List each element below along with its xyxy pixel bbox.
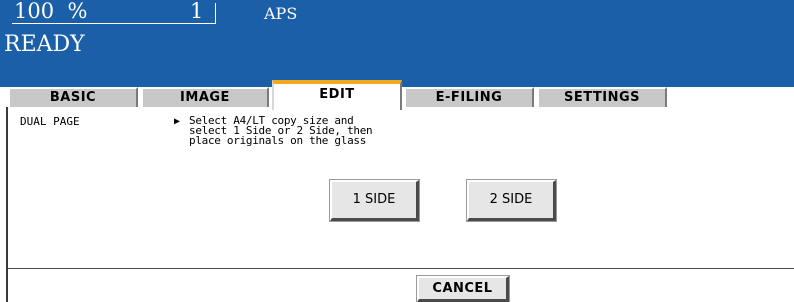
status-bar — [0, 0, 794, 87]
two-side-button[interactable]: 2 SIDE — [466, 179, 557, 222]
zoom-unit: % — [67, 0, 88, 23]
tab-image[interactable]: IMAGE — [141, 87, 269, 107]
instruction-line: place originals on the glass — [189, 134, 367, 147]
one-side-button[interactable]: 1 SIDE — [329, 179, 420, 222]
machine-state: READY — [4, 32, 85, 57]
tab-edit[interactable]: EDIT — [272, 80, 402, 110]
function-title: DUAL PAGE — [20, 115, 80, 128]
paper-size: APS — [264, 4, 298, 23]
tab-basic[interactable]: BASIC — [8, 87, 138, 107]
pointer-arrow-icon: ▶ — [174, 116, 181, 127]
zoom-display: 100 % — [14, 1, 87, 22]
copy-count: 1 — [190, 0, 204, 23]
status-field-underline — [12, 23, 215, 24]
cancel-button[interactable]: CANCEL — [416, 275, 510, 302]
divider — [8, 268, 794, 269]
panel-border — [6, 107, 8, 302]
status-field-divider — [215, 3, 216, 24]
tab-settings[interactable]: SETTINGS — [537, 87, 667, 107]
zoom-value: 100 — [14, 0, 55, 23]
tab-e-filing[interactable]: E-FILING — [404, 87, 534, 107]
